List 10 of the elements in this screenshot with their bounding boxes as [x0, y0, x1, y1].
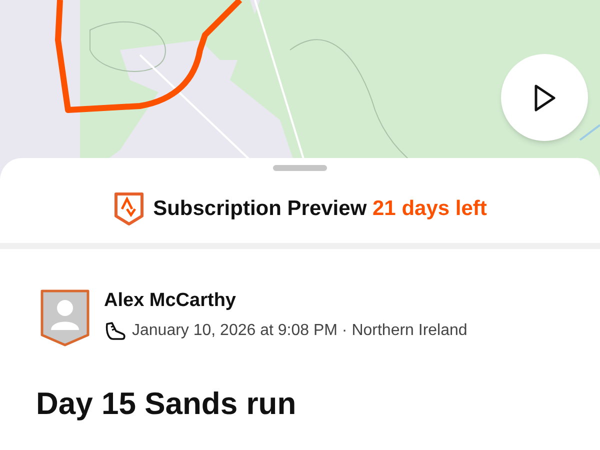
avatar-icon — [40, 289, 90, 347]
activity-title: Day 15 Sands run — [35, 385, 298, 423]
drag-handle[interactable] — [273, 165, 327, 171]
play-icon — [532, 82, 556, 112]
athlete-name[interactable]: Alex McCarthy — [104, 289, 468, 313]
activity-meta: January 10, 2026 at 9:08 PM · Northern Ireland — [132, 321, 468, 341]
shoe-icon — [104, 321, 126, 341]
shield-logo-icon — [113, 191, 146, 227]
days-left: 21 days left — [372, 197, 487, 220]
subscription-title: Subscription Preview — [153, 197, 367, 220]
